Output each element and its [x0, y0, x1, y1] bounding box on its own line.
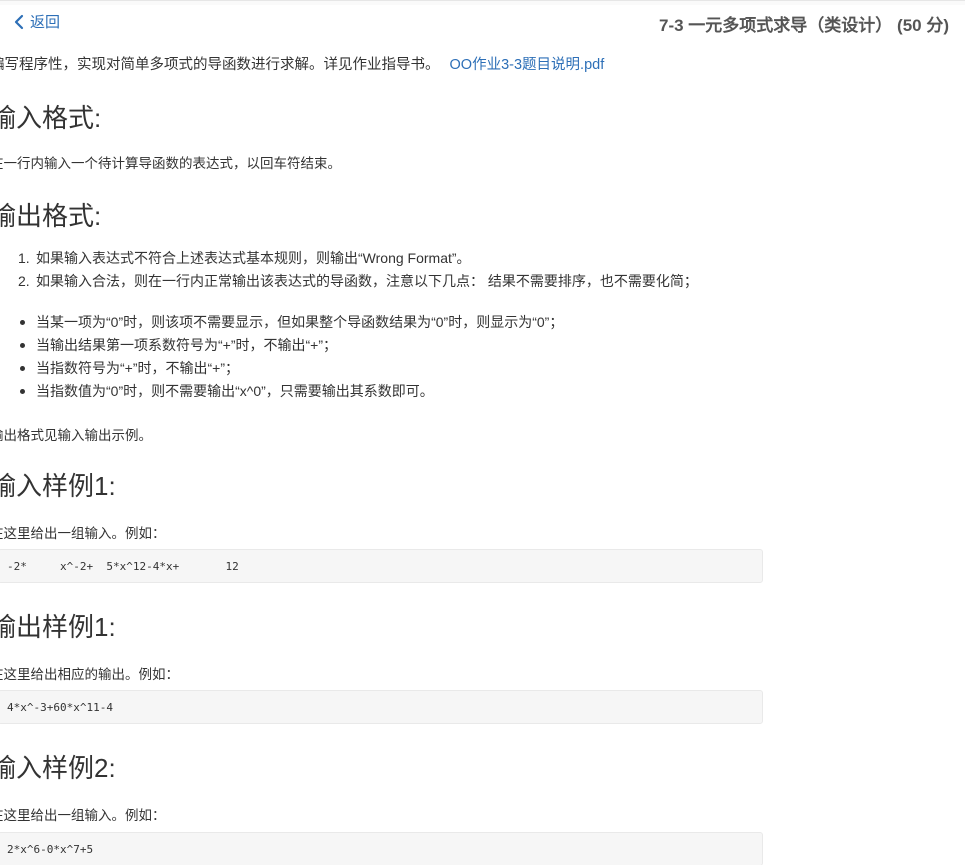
output-rules-ordered: 1. 如果输入表达式不符合上述表达式基本规则，则输出“Wrong Format”。…: [18, 247, 698, 293]
problem-description: 编写程序性，实现对简单多项式的导函数进行求解。详见作业指导书。 OO作业3-3题…: [0, 53, 604, 74]
output-format-heading: 输出格式:: [0, 201, 102, 231]
output-format-note: 输出格式见输入输出示例。: [0, 428, 152, 443]
input-format-text: 在一行内输入一个待计算导函数的表达式，以回车符结束。: [0, 156, 341, 171]
sample-output-1-code[interactable]: 4*x^-3+60*x^11-4: [0, 690, 763, 724]
input-format-heading: 输入格式:: [0, 103, 102, 133]
back-label: 返回: [30, 14, 61, 31]
sample-input-2-code[interactable]: 2*x^6-0*x^7+5: [0, 832, 763, 865]
output-rules-bullets: 当某一项为“0”时，则该项不需要显示，但如果整个导函数结果为“0”时，则显示为“…: [19, 311, 563, 403]
list-item: 1. 如果输入表达式不符合上述表达式基本规则，则输出“Wrong Format”。: [18, 250, 471, 266]
sample-input-1-intro: 在这里给出一组输入。例如：: [0, 526, 166, 541]
problem-title: 7-3 一元多项式求导（类设计） (50 分): [659, 16, 949, 35]
description-text: 编写程序性，实现对简单多项式的导函数进行求解。详见作业指导书。: [0, 57, 440, 73]
back-button[interactable]: 返回: [14, 11, 60, 32]
list-item: 当输出结果第一项系数符号为“+”时，不输出“+”；: [19, 334, 563, 357]
pdf-link[interactable]: OO作业3-3题目说明.pdf: [450, 57, 605, 73]
list-item: 当指数值为“0”时，则不需要输出“x^0”，只需要输出其系数即可。: [19, 380, 563, 403]
sample-output-1-intro: 在这里给出相应的输出。例如：: [0, 667, 179, 682]
list-item: 当指数符号为“+”时，不输出“+”；: [19, 357, 563, 380]
sample-input-1-heading: 输入样例1:: [0, 471, 116, 501]
list-item: 当某一项为“0”时，则该项不需要显示，但如果整个导函数结果为“0”时，则显示为“…: [19, 311, 563, 334]
sample-output-1-heading: 输出样例1:: [0, 612, 116, 642]
sample-input-2-heading: 输入样例2:: [0, 753, 116, 783]
list-item: 2. 如果输入合法，则在一行内正常输出该表达式的导函数，注意以下几点： 结果不需要…: [18, 273, 698, 289]
problem-content: 编写程序性，实现对简单多项式的导函数进行求解。详见作业指导书。 OO作业3-3题…: [0, 40, 965, 865]
sample-input-2-intro: 在这里给出一组输入。例如：: [0, 808, 166, 823]
sample-input-1-code[interactable]: -2* x^-2+ 5*x^12-4*x+ 12: [0, 549, 763, 583]
chevron-left-icon: [14, 14, 24, 30]
page-header: 返回 7-3 一元多项式求导（类设计） (50 分): [0, 4, 965, 40]
